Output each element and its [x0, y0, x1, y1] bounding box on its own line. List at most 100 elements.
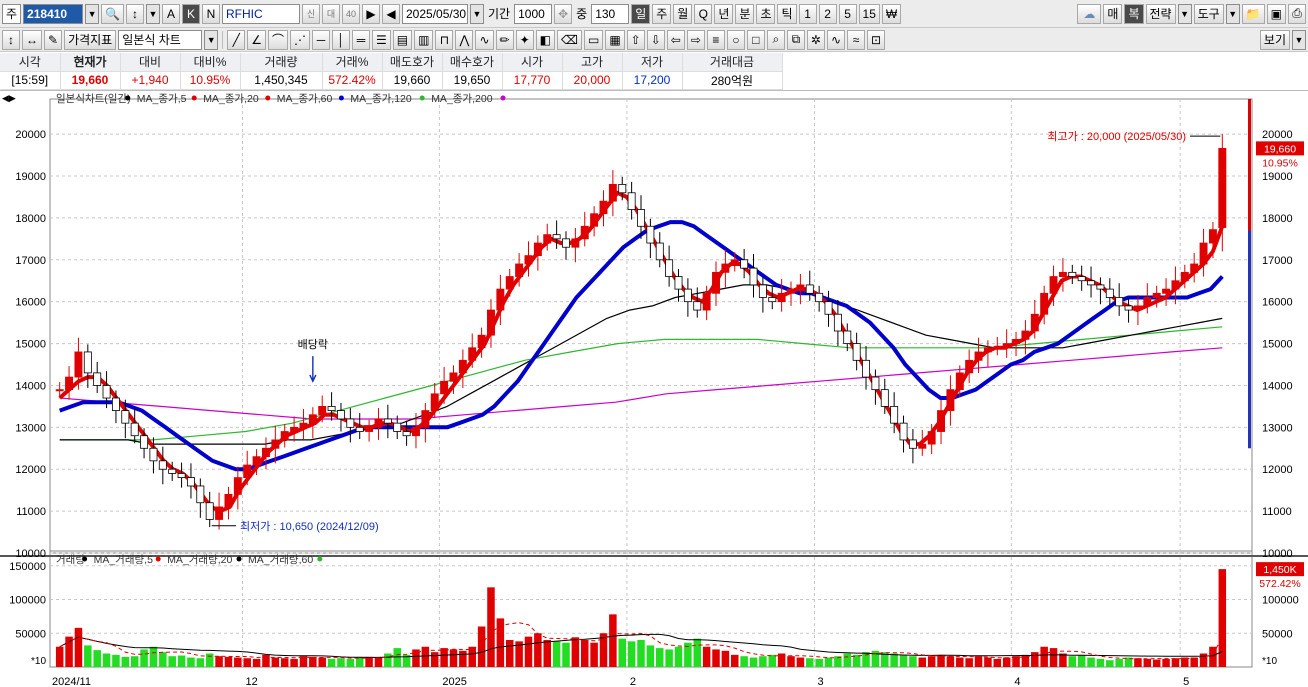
fan-icon[interactable]: ⋰ [290, 29, 311, 50]
view-dropdown-icon[interactable]: ▼ [1292, 29, 1306, 50]
badge-sin[interactable]: 신 [302, 3, 320, 24]
volume-bar [159, 652, 167, 667]
volume-bar [505, 640, 514, 667]
edit-icon[interactable]: ✎ [44, 29, 63, 50]
rect-icon[interactable]: □ [746, 29, 765, 50]
wave-icon[interactable]: ∿ [475, 29, 494, 50]
period-input[interactable]: 1000 [514, 3, 553, 24]
fibo-icon[interactable]: ☰ [372, 29, 391, 50]
badge-40[interactable]: 40 [342, 3, 360, 24]
move-down-icon[interactable]: ⇩ [646, 29, 665, 50]
move-left-icon[interactable]: ⇦ [666, 29, 685, 50]
note-icon[interactable]: ▭ [583, 29, 604, 50]
interval-5-button[interactable]: 5 [838, 3, 857, 24]
volume-legend-item: 거래량 [56, 554, 85, 566]
stock-code-input[interactable]: 218410 [23, 3, 84, 24]
vline-icon[interactable]: │ [332, 29, 351, 50]
volume-bar [430, 652, 439, 667]
multi-view-button[interactable]: 복 [1124, 3, 1144, 24]
view-button[interactable]: 보기 [1259, 29, 1290, 50]
candle-body [665, 259, 674, 277]
interval-week-button[interactable]: 주 [652, 3, 672, 24]
arrow-up-down-icon[interactable]: ↕ [2, 29, 20, 50]
interval-month-button[interactable]: 월 [673, 3, 693, 24]
move-right-icon[interactable]: ⇨ [686, 29, 705, 50]
candle-body [1002, 343, 1011, 349]
sort-icon[interactable]: ↕ [126, 3, 144, 24]
sort-dropdown-icon[interactable]: ▼ [146, 3, 160, 24]
settings-icon[interactable]: ✲ [806, 29, 825, 50]
date-dropdown-icon[interactable]: ▼ [470, 3, 484, 24]
interval-second-button[interactable]: 초 [756, 3, 776, 24]
chart-type-select[interactable]: 일본식 차트 [118, 29, 203, 50]
search-icon[interactable]: 🔍 [101, 3, 124, 24]
volume-bar [149, 646, 158, 667]
chart-type-dropdown-icon[interactable]: ▼ [204, 29, 219, 50]
quote-header: 거래량 [240, 53, 323, 72]
layers-icon[interactable]: ⧉ [786, 29, 805, 50]
save-icon[interactable]: ▣ [1266, 3, 1286, 24]
compare-icon[interactable]: ≈ [847, 29, 866, 50]
grid-icon[interactable]: ▤ [392, 29, 413, 50]
gann-icon[interactable]: ▥ [414, 29, 434, 50]
mode-a-button[interactable]: A [162, 3, 180, 24]
candle-body [93, 372, 102, 386]
prev-icon[interactable]: ◀ [382, 3, 400, 24]
oscillator-icon[interactable]: ∿ [826, 29, 846, 50]
cloud-icon[interactable]: ☁ [1077, 3, 1102, 24]
price-indicator-button[interactable]: 가격지표 [64, 29, 117, 50]
volume-bar [1115, 658, 1123, 667]
badge-dae[interactable]: 대 [322, 3, 340, 24]
print-icon[interactable]: ⎙ [1288, 3, 1306, 24]
interval-tick-button[interactable]: 틱 [777, 3, 797, 24]
strategy-button[interactable]: 전략 [1145, 3, 1176, 24]
pencil-icon[interactable]: ✏ [495, 29, 514, 50]
volume-bar [815, 658, 823, 667]
interval-2-button[interactable]: 2 [818, 3, 837, 24]
channel-icon[interactable]: ═ [352, 29, 371, 50]
interval-day-button[interactable]: 일 [631, 3, 651, 24]
eraser-icon[interactable]: ⌫ [557, 29, 582, 50]
date-field[interactable]: 2025/05/30 [402, 3, 468, 24]
arc-icon[interactable]: ⌒ [268, 29, 289, 50]
strategy-dropdown-icon[interactable]: ▼ [1177, 3, 1192, 24]
next-icon[interactable]: ▶ [362, 3, 380, 24]
count-input[interactable]: 130 [591, 3, 630, 24]
crosshair-icon[interactable]: ✥ [554, 3, 573, 24]
pattern-icon[interactable]: ⋀ [455, 29, 474, 50]
hline-icon[interactable]: ─ [312, 29, 331, 50]
interval-year-button[interactable]: 년 [714, 3, 734, 24]
interval-15-button[interactable]: 15 [858, 3, 880, 24]
interval-1-button[interactable]: 1 [798, 3, 817, 24]
code-dropdown-icon[interactable]: ▼ [85, 3, 100, 24]
move-up-icon[interactable]: ⇧ [626, 29, 645, 50]
volume-legend-swatch [82, 556, 88, 562]
single-view-button[interactable]: 매 [1103, 3, 1123, 24]
mode-k-button[interactable]: K [182, 3, 200, 24]
tools-button[interactable]: 도구 [1193, 3, 1224, 24]
circle-icon[interactable]: ○ [726, 29, 745, 50]
angle-icon[interactable]: ∠ [247, 29, 266, 50]
folder-icon[interactable]: 📁 [1241, 3, 1265, 24]
stock-name-field[interactable]: RFHIC [222, 3, 300, 24]
mode-n-button[interactable]: N [202, 3, 220, 24]
calendar-icon[interactable]: ▦ [605, 29, 625, 50]
market-prefix[interactable]: 주 [2, 3, 22, 24]
stock-chart[interactable]: 10000 10000 11000 11000 12000 12000 13000 13000… [0, 91, 1308, 687]
interval-minute-button[interactable]: 분 [735, 3, 755, 24]
volume-bar [562, 642, 570, 667]
candle-body [111, 397, 120, 411]
currency-button[interactable]: ₩ [881, 3, 902, 24]
magic-icon[interactable]: ✦ [515, 29, 534, 50]
screenshot-icon[interactable]: ⊡ [867, 29, 886, 50]
tools-dropdown-icon[interactable]: ▼ [1225, 3, 1240, 24]
trendline-icon[interactable]: ╱ [227, 29, 246, 50]
zoom-icon[interactable]: ⌕ [766, 29, 785, 50]
list-icon[interactable]: ≡ [706, 29, 725, 50]
quote-header: 거래대금 [682, 53, 783, 72]
volume-bar [1049, 648, 1058, 667]
arrow-left-right-icon[interactable]: ↔ [22, 29, 42, 50]
cycle-icon[interactable]: ⊓ [435, 29, 454, 50]
interval-quarter-button[interactable]: Q [694, 3, 713, 24]
color-icon[interactable]: ◧ [535, 29, 555, 50]
